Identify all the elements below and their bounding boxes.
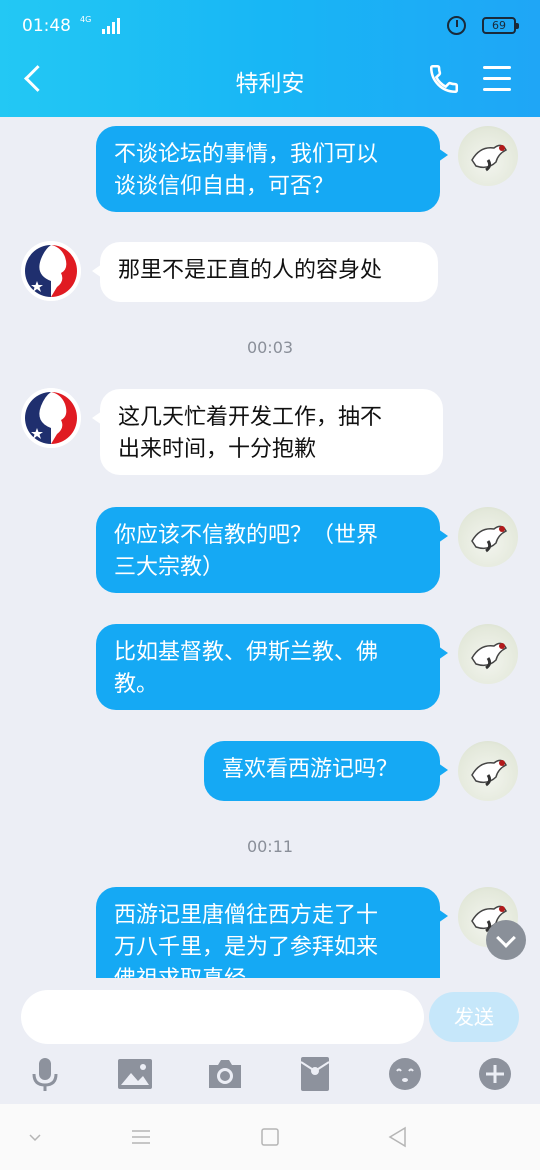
camera-icon[interactable] [205,1054,245,1094]
message-line: 喜欢看西游记吗？ [222,757,399,782]
message-bubble-sent[interactable]: 比如基督教、伊斯兰教、佛 教。 [96,624,448,710]
red-packet-icon[interactable] [295,1054,335,1094]
microphone-icon[interactable] [25,1054,65,1094]
phone-icon [429,64,459,94]
contact-avatar[interactable] [21,241,81,301]
message-bubble-sent[interactable]: 喜欢看西游记吗？ [204,741,448,801]
chat-area[interactable]: 不谈论坛的事情，我们可以 谈谈信仰自由，可否？ 那里不是正直的人的容身处 00:… [0,117,540,978]
my-avatar[interactable] [458,126,518,186]
message-bubble-received[interactable]: 这几天忙着开发工作，抽不 出来时间，十分抱歉 [92,389,443,475]
bird-icon [471,144,508,172]
message-line: 谈谈信仰自由，可否？ [114,174,335,199]
message-line: 这几天忙着开发工作，抽不 [118,405,383,430]
message-line: 教。 [114,672,159,697]
send-button[interactable]: 发送 [429,992,519,1042]
nav-back-icon[interactable] [385,1125,411,1149]
message-line: 出来时间，十分抱歉 [118,437,317,462]
system-navigation-bar [0,1104,540,1170]
message-line: 佛祖求取真经 [114,964,422,978]
message-line: 那里不是正直的人的容身处 [118,258,383,283]
message-line: 比如基督教、伊斯兰教、佛 [114,640,379,665]
network-type: 4G [80,15,92,24]
message-input[interactable] [21,990,424,1044]
marianne-logo-icon [21,388,81,448]
status-bar: 01:48 4G 69 [22,14,519,40]
scroll-to-bottom-button[interactable] [486,920,526,960]
nav-menu-icon[interactable] [128,1125,154,1149]
nav-home-icon[interactable] [257,1125,283,1149]
contact-avatar[interactable] [21,388,81,448]
message-line: 三大宗教） [114,555,225,580]
message-timestamp: 00:11 [246,837,294,856]
message-line: 不谈论坛的事情，我们可以 [114,142,379,167]
battery-icon: 69 [482,17,519,34]
nav-collapse-icon[interactable] [22,1125,48,1149]
message-bubble-sent[interactable]: 西游记里唐僧往西方走了十 万八千里，是为了参拜如来 佛祖求取真经 [96,887,448,978]
bird-icon [471,642,508,670]
my-avatar[interactable] [458,624,518,684]
status-time: 01:48 [22,16,71,36]
composer-toolbar [0,1054,540,1098]
message-line: 万八千里，是为了参拜如来 [114,935,379,960]
message-bubble-received[interactable]: 那里不是正直的人的容身处 [92,242,438,302]
menu-button[interactable] [483,66,511,92]
bird-icon [471,759,508,787]
composer: 发送 [0,978,540,1104]
chat-header: 01:48 4G 69 特利安 [0,0,540,117]
message-bubble-sent[interactable]: 不谈论坛的事情，我们可以 谈谈信仰自由，可否？ [96,126,448,212]
signal-icon [102,18,124,34]
message-line: 西游记里唐僧往西方走了十 [114,903,379,928]
bird-icon [471,525,508,553]
alarm-icon [447,16,466,35]
my-avatar[interactable] [458,507,518,567]
emoji-icon[interactable] [385,1054,425,1094]
phone-call-button[interactable] [427,62,461,96]
marianne-logo-icon [21,241,81,301]
message-bubble-sent[interactable]: 你应该不信教的吧？（世界 三大宗教） [96,507,448,593]
my-avatar[interactable] [458,741,518,801]
plus-icon[interactable] [475,1054,515,1094]
message-timestamp: 00:03 [246,338,294,357]
message-line: 你应该不信教的吧？（世界 [114,523,379,548]
image-icon[interactable] [115,1054,155,1094]
